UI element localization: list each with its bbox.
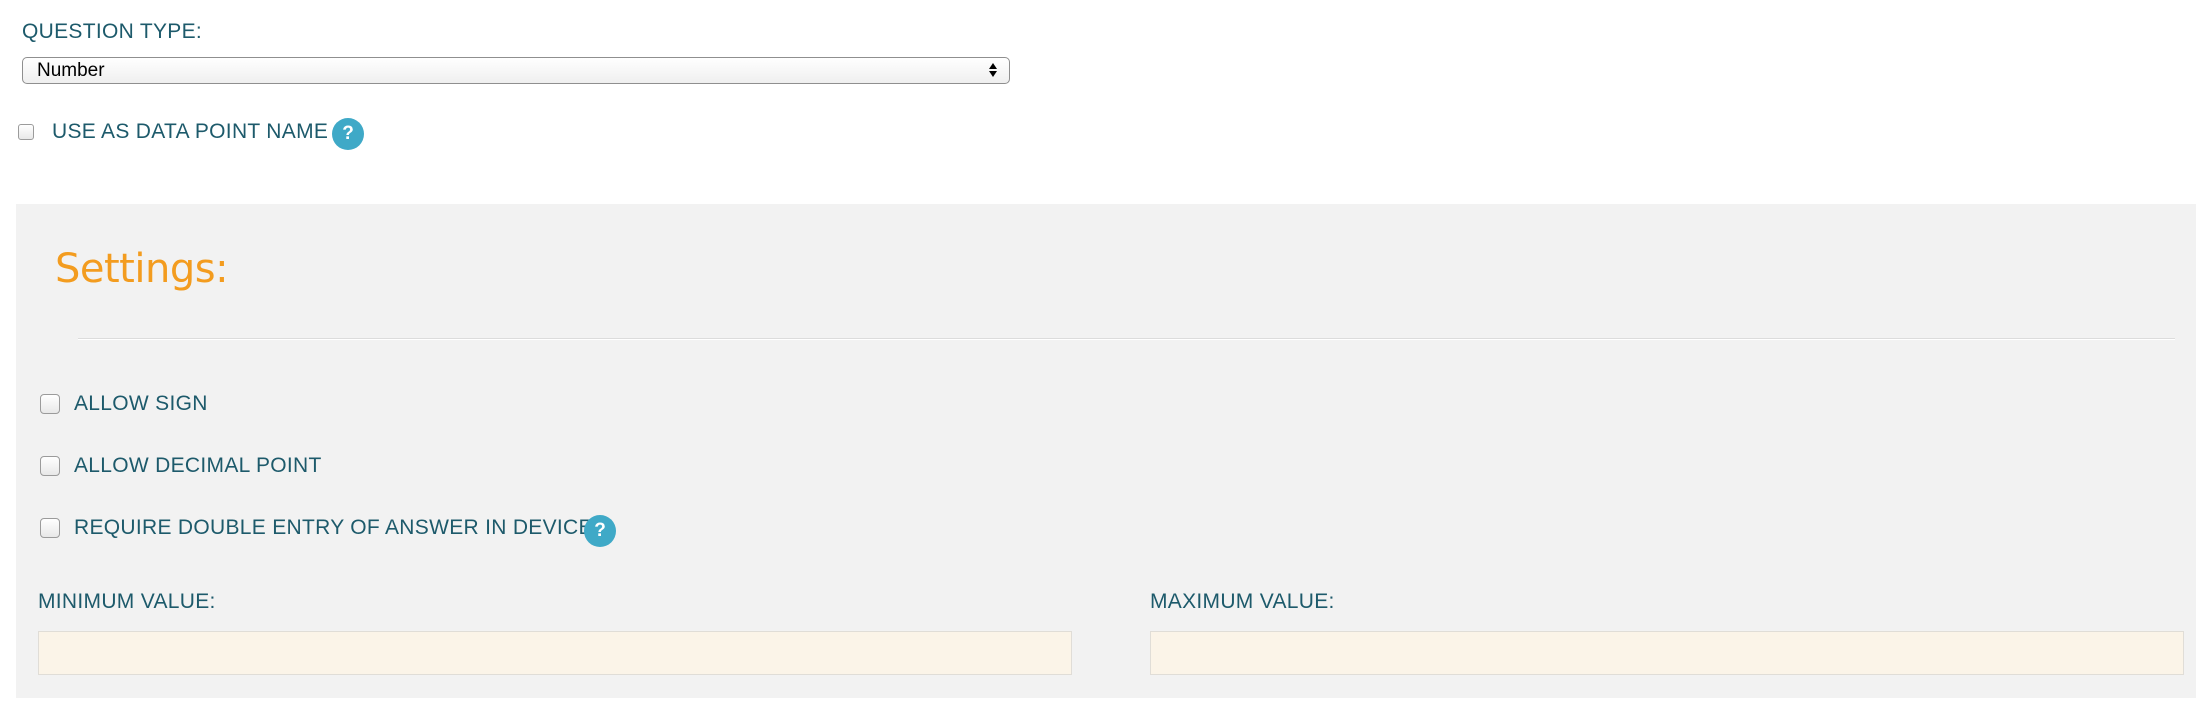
help-icon[interactable]: ?: [332, 118, 364, 150]
maximum-value-label: MAXIMUM VALUE:: [1150, 590, 1335, 613]
help-icon[interactable]: ?: [584, 515, 616, 547]
use-as-data-point-name-checkbox[interactable]: [18, 124, 34, 140]
require-double-entry-checkbox[interactable]: [40, 518, 60, 538]
maximum-value-input[interactable]: [1150, 631, 2184, 675]
settings-divider: [78, 338, 2175, 340]
allow-sign-checkbox[interactable]: [40, 394, 60, 414]
allow-sign-label: ALLOW SIGN: [74, 392, 208, 415]
select-arrows-icon: [989, 63, 997, 77]
question-type-select[interactable]: Number: [22, 57, 1010, 84]
minimum-value-label: MINIMUM VALUE:: [38, 590, 216, 613]
settings-title: Settings:: [55, 246, 229, 292]
settings-panel: Settings: ALLOW SIGN ALLOW DECIMAL POINT…: [16, 204, 2196, 698]
question-type-label: QUESTION TYPE:: [22, 20, 203, 43]
question-type-selected-value: Number: [37, 60, 105, 81]
allow-decimal-point-label: ALLOW DECIMAL POINT: [74, 454, 322, 477]
allow-decimal-point-checkbox[interactable]: [40, 456, 60, 476]
use-as-data-point-name-label: USE AS DATA POINT NAME: [52, 120, 329, 143]
require-double-entry-label: REQUIRE DOUBLE ENTRY OF ANSWER IN DEVICE: [74, 516, 593, 539]
minimum-value-input[interactable]: [38, 631, 1072, 675]
